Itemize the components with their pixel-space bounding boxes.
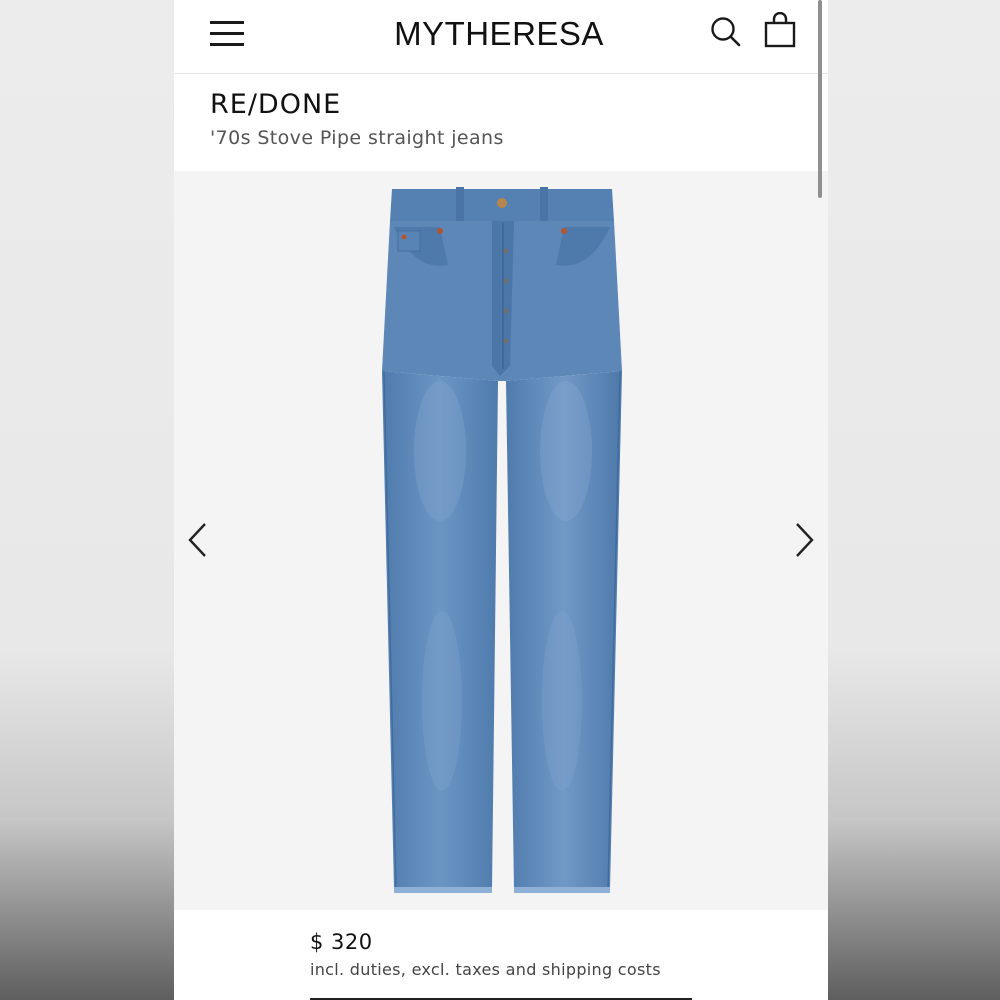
price-note: incl. duties, excl. taxes and shipping c…: [310, 960, 661, 979]
search-icon[interactable]: [710, 16, 742, 48]
product-title-section: RE/DONE '70s Stove Pipe straight jeans: [174, 75, 828, 171]
product-name: '70s Stove Pipe straight jeans: [210, 127, 504, 149]
scrollbar[interactable]: [818, 0, 822, 198]
hamburger-menu-icon[interactable]: [210, 21, 244, 46]
top-navigation-bar: MYTHERESA: [174, 0, 828, 74]
store-logo[interactable]: MYTHERESA: [374, 14, 624, 54]
product-price: $ 320: [310, 930, 373, 954]
jeans-product-image: [382, 187, 622, 893]
chevron-left-icon[interactable]: [186, 521, 208, 559]
brand-name[interactable]: RE/DONE: [210, 89, 341, 120]
chevron-right-icon[interactable]: [794, 521, 816, 559]
background-right: [828, 0, 1000, 1000]
product-image-carousel[interactable]: [174, 171, 828, 910]
mobile-page: MYTHERESA RE/DONE '70s Stove Pipe straig…: [174, 0, 828, 1000]
price-section: $ 320 incl. duties, excl. taxes and ship…: [174, 910, 828, 1000]
background-left: [0, 0, 174, 1000]
shopping-bag-icon[interactable]: [763, 12, 797, 48]
